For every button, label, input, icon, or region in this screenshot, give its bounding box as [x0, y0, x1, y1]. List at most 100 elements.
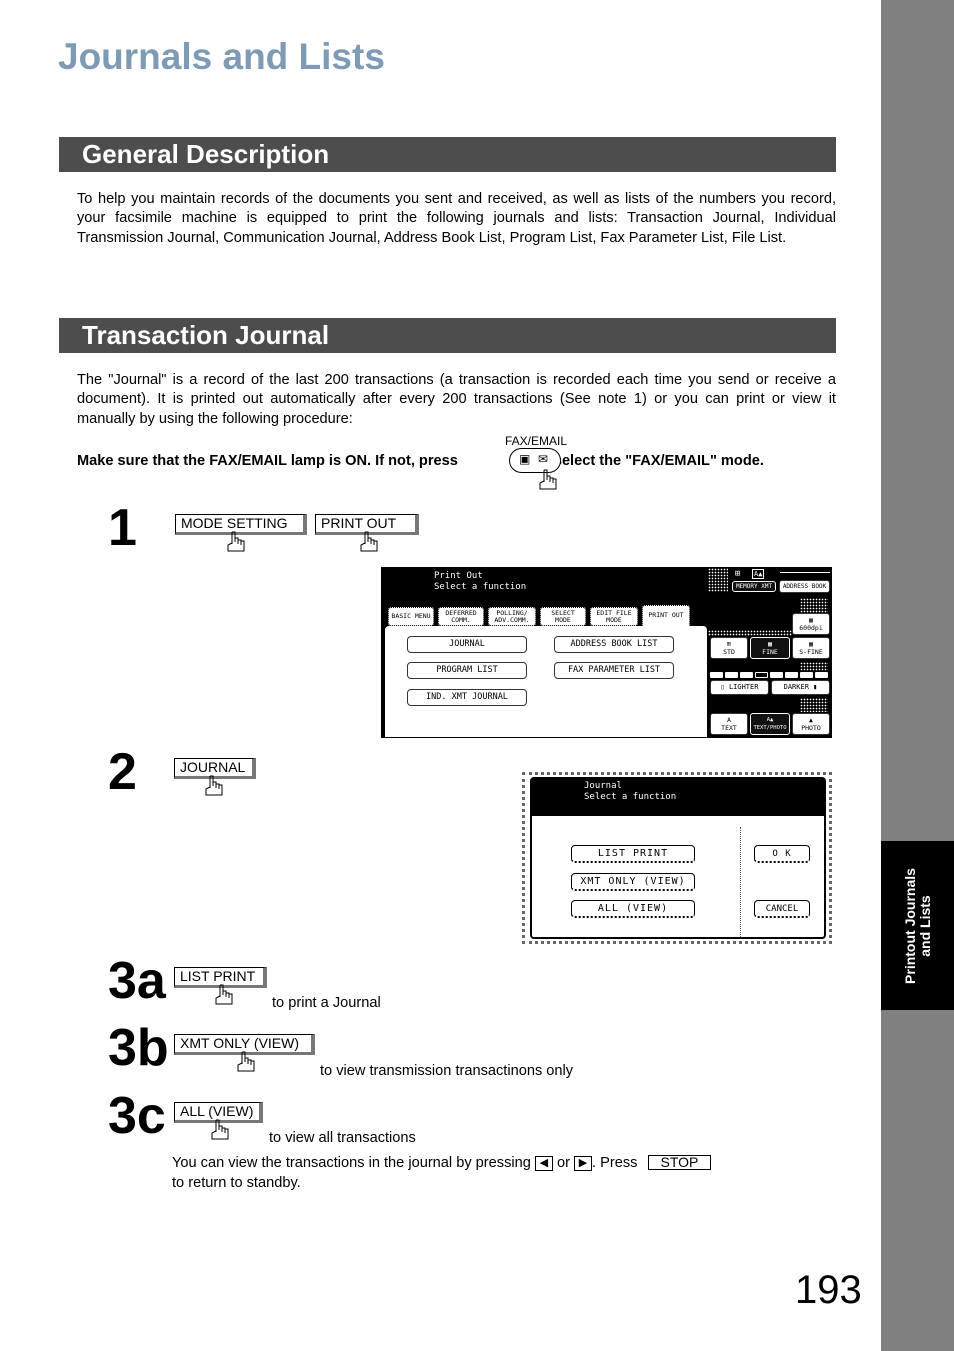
fine-button[interactable]: ▦ FINE: [750, 637, 790, 659]
photo-icon: ▲: [809, 716, 813, 724]
print-out-panel: JOURNAL ADDRESS BOOK LIST PROGRAM LIST F…: [385, 626, 707, 737]
s-fine-button[interactable]: ▦ S-FINE: [792, 637, 830, 659]
list-print-button[interactable]: LIST PRINT: [571, 845, 695, 863]
page-number: 193: [795, 1268, 862, 1312]
contrast-level-segment: [815, 672, 828, 678]
tab-label: COMM.: [451, 616, 471, 624]
cancel-button[interactable]: CANCEL: [754, 900, 810, 918]
pointing-hand-icon: [539, 469, 557, 490]
fax-note-before: Make sure that the FAX/EMAIL lamp is ON.…: [77, 453, 458, 469]
contrast-level-segment: [785, 672, 798, 678]
tab-label: MODE: [606, 616, 622, 624]
email-envelope-icon: ✉: [538, 452, 549, 466]
tab-edit-file-mode[interactable]: EDIT FILE MODE: [590, 607, 638, 626]
tab-label: BASIC MENU: [391, 612, 431, 620]
darker-label: DARKER: [783, 683, 809, 691]
pointing-hand-icon: [205, 775, 223, 796]
photo-button[interactable]: ▲ PHOTO: [792, 713, 830, 735]
dither-pattern: [800, 598, 828, 614]
pointing-hand-icon: [215, 984, 233, 1005]
side-tab: Printout Journals and Lists: [881, 841, 954, 1010]
side-tab-line1: Printout Journals: [901, 867, 918, 984]
text-button[interactable]: A TEXT: [710, 713, 748, 735]
program-list-button[interactable]: PROGRAM LIST: [407, 662, 527, 679]
note-text: or: [556, 1155, 570, 1171]
contrast-scale-icon: [780, 572, 830, 573]
dither-pattern: [800, 698, 828, 712]
pointing-hand-icon: [360, 531, 378, 552]
ok-button[interactable]: O K: [754, 845, 810, 863]
text-photo-icon: A▲: [766, 717, 774, 723]
right-arrow-key[interactable]: ▶: [574, 1155, 593, 1171]
note-text: You can view the transactions in the jou…: [172, 1155, 531, 1171]
address-book-list-button[interactable]: ADDRESS BOOK LIST: [554, 636, 674, 653]
view-note-line2: to return to standby.: [172, 1175, 301, 1191]
side-tab-label: Printout Journals and Lists: [901, 846, 933, 1006]
page-title: Journals and Lists: [58, 36, 385, 77]
left-arrow-key[interactable]: ◀: [534, 1155, 553, 1171]
s-fine-label: S-FINE: [799, 648, 823, 656]
contrast-level-segment: [740, 672, 753, 678]
step-number-3a: 3a: [108, 952, 166, 1010]
note-text: . Press: [592, 1155, 638, 1171]
photo-label: PHOTO: [801, 724, 821, 732]
600dpi-button[interactable]: ▩ 600dpi: [792, 613, 830, 635]
text-icon: A: [727, 716, 731, 724]
darker-icon: ▮: [808, 683, 818, 691]
pointing-hand-icon: [211, 1119, 229, 1140]
fax-parameter-list-button[interactable]: FAX PARAMETER LIST: [554, 662, 674, 679]
journal-screen-frame: Journal Select a function LIST PRINT XMT …: [530, 777, 826, 939]
tab-label: MODE: [555, 616, 571, 624]
journal-screen: Journal Select a function LIST PRINT XMT …: [522, 772, 832, 944]
section-heading-general: General Description: [59, 137, 836, 172]
fax-note-after: to select the "FAX/EMAIL" mode.: [536, 453, 764, 469]
tab-polling-adv-comm[interactable]: POLLING/ADV.COMM.: [488, 607, 536, 626]
tab-deferred-comm[interactable]: DEFERRED COMM.: [438, 607, 484, 626]
screen-title: Journal: [584, 781, 622, 791]
screen-header: Journal Select a function: [532, 779, 824, 816]
all-view-button[interactable]: ALL (VIEW): [571, 900, 695, 918]
step-3b-text: to view transmission transactinons only: [320, 1063, 574, 1079]
tab-select-mode[interactable]: SELECT MODE: [540, 607, 586, 626]
dpi-icon: ▩: [809, 616, 813, 624]
screen-title: Print Out: [434, 571, 483, 581]
print-out-screen: Print Out Select a function BASIC MENU DE…: [381, 567, 832, 738]
text-photo-button[interactable]: A▲ TEXT/PHOTO: [750, 713, 790, 735]
std-label: STD: [723, 648, 735, 656]
contrast-level-segment: [770, 672, 783, 678]
contrast-level-segment: [710, 672, 723, 678]
fax-note: Make sure that the FAX/EMAIL lamp is ON.…: [77, 453, 764, 469]
fax-icon: ▣: [519, 452, 531, 466]
side-bar: [881, 0, 954, 1351]
s-fine-icon: ▦: [809, 640, 813, 648]
pointing-hand-icon: [227, 531, 245, 552]
contrast-level-segment: [800, 672, 813, 678]
lighter-button[interactable]: ▯ LIGHTER: [710, 680, 769, 695]
tab-basic-menu[interactable]: BASIC MENU: [388, 607, 434, 626]
dither-pattern: [708, 568, 728, 592]
std-button[interactable]: ⊞ STD: [710, 637, 748, 659]
step-3a-text: to print a Journal: [272, 995, 381, 1011]
fax-email-label: FAX/EMAIL: [505, 434, 568, 448]
dpi-label: 600dpi: [799, 624, 823, 632]
text-photo-label: TEXT/PHOTO: [753, 725, 787, 731]
grid-icon: ⊞: [735, 569, 741, 579]
step-number-2: 2: [108, 743, 137, 801]
pointing-hand-icon: [237, 1051, 255, 1072]
text-photo-icon: A▲: [752, 569, 765, 579]
address-book-button[interactable]: ADDRESS BOOK: [779, 580, 830, 593]
dither-pattern: [800, 662, 828, 671]
journal-button[interactable]: JOURNAL: [407, 636, 527, 653]
view-note-line1: You can view the transactions in the jou…: [172, 1155, 712, 1171]
ind-xmt-journal-button[interactable]: IND. XMT JOURNAL: [407, 689, 527, 706]
tab-label: ADV.COMM.: [494, 616, 530, 624]
general-description-text: To help you maintain records of the docu…: [77, 191, 836, 246]
fine-label: FINE: [762, 648, 778, 656]
memory-xmt-button[interactable]: MEMORY XMT: [732, 581, 776, 592]
step-number-3b: 3b: [108, 1019, 169, 1077]
xmt-only-view-button[interactable]: XMT ONLY (VIEW): [571, 873, 695, 891]
status-panel: ⊞ A▲ MEMORY XMT ADDRESS BOOK ▩ 600dpi ⊞ ST…: [708, 568, 832, 737]
text-label: TEXT: [721, 724, 737, 732]
stop-key[interactable]: STOP: [647, 1155, 712, 1170]
darker-button[interactable]: DARKER ▮: [771, 680, 830, 695]
